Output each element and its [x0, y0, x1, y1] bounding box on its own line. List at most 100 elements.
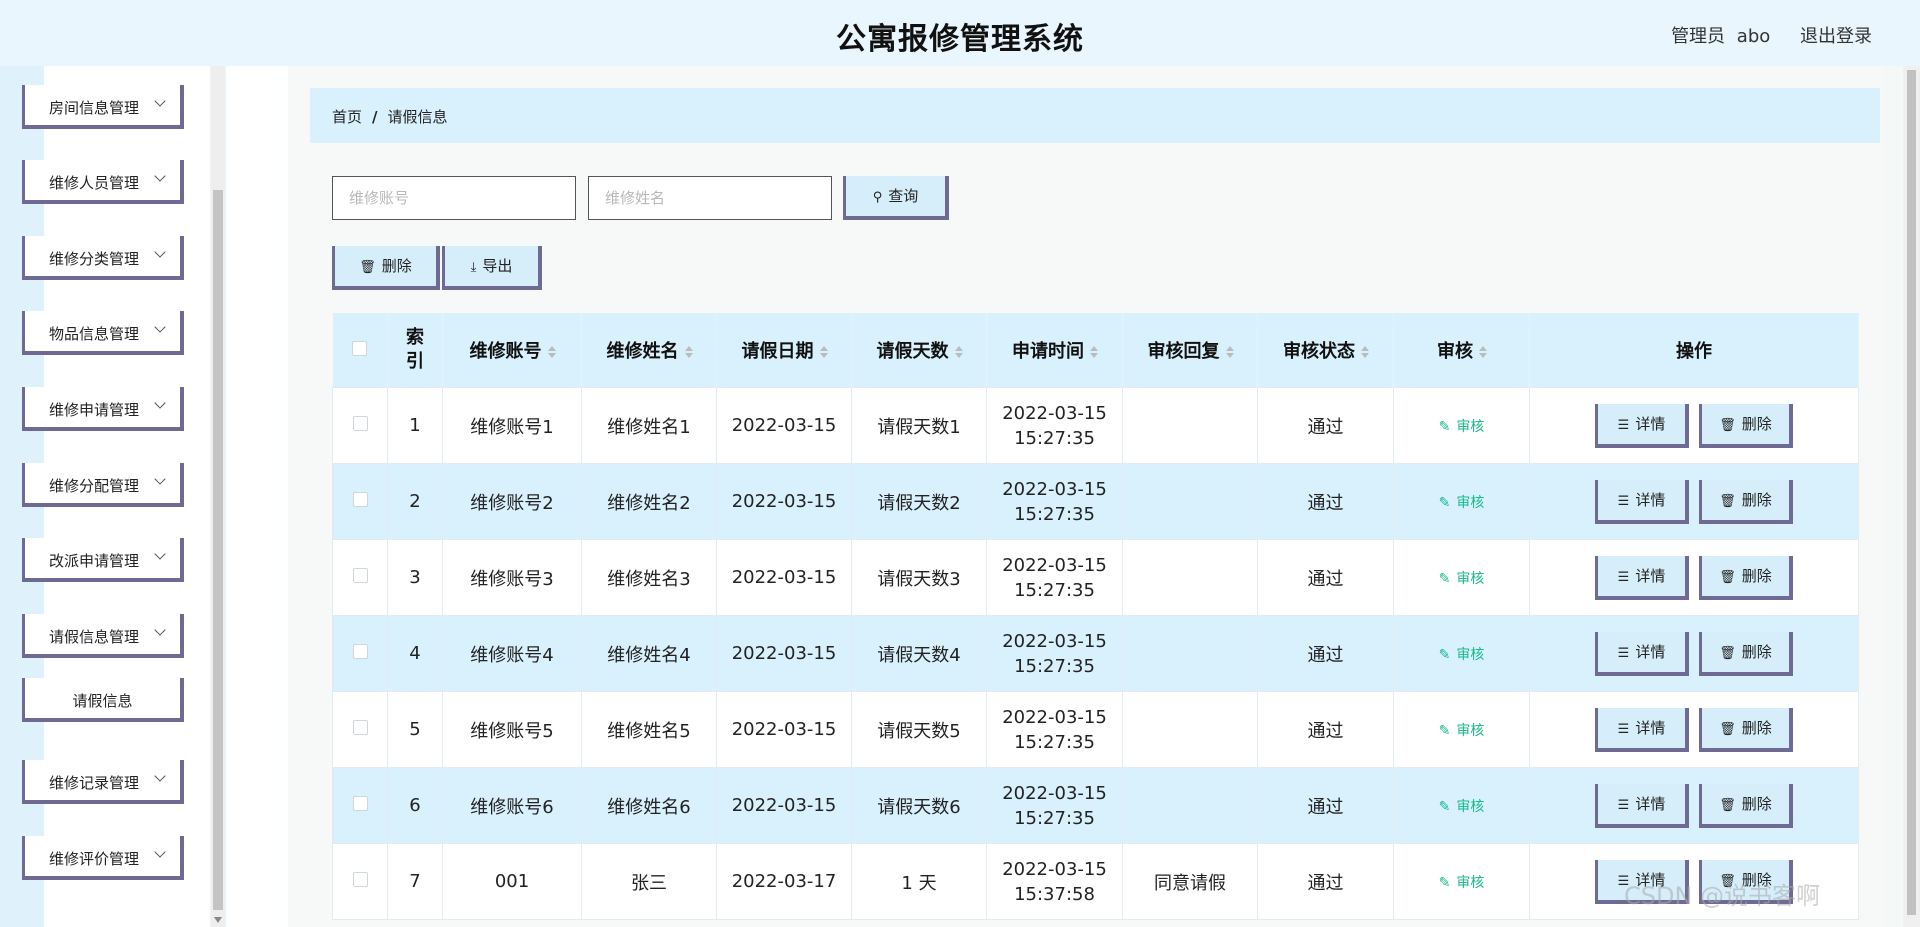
audit-link[interactable]: ✎ 审核 — [1439, 799, 1485, 815]
audit-link-label: 审核 — [1456, 799, 1485, 815]
sidebar-item-repair-assign[interactable]: 维修分配管理 — [22, 463, 184, 507]
sidebar-item-goods[interactable]: 物品信息管理 — [22, 311, 184, 355]
row-select-cell[interactable] — [332, 463, 388, 540]
sidebar-item-repair-record[interactable]: 维修记录管理 — [22, 760, 184, 804]
cell-reply — [1122, 691, 1258, 768]
row-select-cell[interactable] — [332, 539, 388, 616]
sort-icon[interactable] — [954, 346, 963, 358]
row-delete-button[interactable]: 🗑 删除 — [1699, 631, 1793, 676]
column-header-leave-days[interactable]: 请假天数 — [851, 313, 987, 388]
sidebar-item-reassign[interactable]: 改派申请管理 — [22, 538, 184, 582]
column-header-status[interactable]: 审核状态 — [1257, 313, 1394, 388]
row-delete-button[interactable]: 🗑 删除 — [1699, 403, 1793, 448]
column-header-account[interactable]: 维修账号 — [442, 313, 582, 388]
row-select-cell[interactable] — [332, 387, 388, 464]
cell-name: 张三 — [581, 843, 717, 920]
sidebar-item-repair-staff[interactable]: 维修人员管理 — [22, 160, 184, 204]
cell-account: 维修账号1 — [442, 387, 582, 464]
edit-pen-icon: ✎ — [1438, 799, 1451, 815]
select-all-checkbox[interactable] — [352, 340, 368, 356]
sort-icon[interactable] — [1361, 346, 1369, 358]
audit-link[interactable]: ✎ 审核 — [1439, 723, 1485, 739]
row-checkbox[interactable] — [352, 872, 368, 887]
sidebar-subitem-leave-info[interactable]: 请假信息 — [22, 678, 184, 722]
scroll-down-arrow-icon[interactable] — [214, 917, 222, 923]
detail-button[interactable]: ☰ 详情 — [1595, 555, 1689, 600]
trash-icon: 🗑 — [1719, 417, 1736, 433]
row-checkbox[interactable] — [352, 416, 368, 431]
row-delete-button[interactable]: 🗑 删除 — [1699, 707, 1793, 752]
column-apply-time-label: 申请时间 — [1012, 341, 1084, 362]
row-delete-button[interactable]: 🗑 删除 — [1699, 555, 1793, 600]
apply-date: 2022-03-15 — [1002, 630, 1107, 652]
row-select-cell[interactable] — [332, 843, 388, 920]
sidebar-item-leave[interactable]: 请假信息管理 — [22, 614, 184, 658]
cell-index: 1 — [387, 387, 443, 464]
row-delete-button[interactable]: 🗑 删除 — [1699, 783, 1793, 828]
column-header-reply[interactable]: 审核回复 — [1122, 313, 1258, 388]
row-delete-label: 删除 — [1741, 414, 1772, 433]
chevron-down-icon — [154, 548, 166, 560]
batch-delete-button[interactable]: 🗑 删除 — [332, 246, 440, 290]
trash-icon: 🗑 — [1719, 797, 1736, 813]
detail-button[interactable]: ☰ 详情 — [1595, 707, 1689, 752]
logout-link[interactable]: 退出登录 — [1800, 26, 1872, 47]
sort-icon[interactable] — [1225, 346, 1234, 358]
row-checkbox[interactable] — [352, 568, 368, 583]
cell-apply-time: 2022-03-15 15:27:35 — [986, 615, 1123, 692]
audit-link[interactable]: ✎ 审核 — [1439, 571, 1485, 587]
table-row: 3 维修账号3 维修姓名3 2022-03-15 请假天数3 2022-03-15 15:2… — [332, 539, 1859, 616]
sort-icon[interactable] — [684, 346, 693, 358]
row-select-cell[interactable] — [332, 615, 388, 692]
cell-status: 通过 — [1257, 691, 1394, 768]
sidebar-item-repair-review[interactable]: 维修评价管理 — [22, 836, 184, 880]
sidebar-item-repair-category[interactable]: 维修分类管理 — [22, 236, 184, 280]
cell-audit: ✎ 审核 — [1393, 539, 1530, 616]
detail-button[interactable]: ☰ 详情 — [1595, 631, 1689, 676]
chevron-down-icon — [154, 846, 166, 858]
sort-icon[interactable] — [1479, 346, 1487, 358]
sort-icon[interactable] — [547, 346, 556, 358]
row-checkbox[interactable] — [352, 720, 368, 735]
header-select-all[interactable] — [332, 313, 388, 388]
audit-link[interactable]: ✎ 审核 — [1439, 419, 1485, 435]
cell-name: 维修姓名6 — [581, 767, 717, 844]
column-header-leave-date[interactable]: 请假日期 — [716, 313, 852, 388]
detail-button[interactable]: ☰ 详情 — [1595, 479, 1689, 524]
column-header-apply-time[interactable]: 申请时间 — [986, 313, 1123, 388]
account-search-input[interactable] — [332, 176, 576, 220]
detail-button[interactable]: ☰ 详情 — [1595, 403, 1689, 448]
sidebar-item-repair-apply[interactable]: 维修申请管理 — [22, 387, 184, 431]
audit-link-label: 审核 — [1456, 571, 1485, 587]
sidebar-item-room[interactable]: 房间信息管理 — [22, 85, 184, 129]
sidebar-scrollbar[interactable] — [211, 66, 225, 927]
row-checkbox[interactable] — [352, 796, 368, 811]
column-leave-date-label: 请假日期 — [741, 341, 814, 362]
audit-link[interactable]: ✎ 审核 — [1439, 647, 1485, 663]
row-delete-button[interactable]: 🗑 删除 — [1699, 479, 1793, 524]
row-checkbox[interactable] — [352, 492, 368, 507]
page-scrollbar[interactable] — [1903, 66, 1920, 927]
detail-button-label: 详情 — [1635, 490, 1666, 509]
cell-apply-time: 2022-03-15 15:27:35 — [986, 387, 1123, 464]
row-select-cell[interactable] — [332, 691, 388, 768]
row-select-cell[interactable] — [332, 767, 388, 844]
name-search-input[interactable] — [588, 176, 832, 220]
detail-button[interactable]: ☰ 详情 — [1595, 783, 1689, 828]
cell-index: 7 — [387, 843, 443, 920]
audit-link[interactable]: ✎ 审核 — [1439, 875, 1485, 891]
detail-button-label: 详情 — [1635, 642, 1666, 661]
search-icon: ⚲ — [872, 190, 883, 205]
row-checkbox[interactable] — [352, 644, 368, 659]
page-scrollbar-thumb[interactable] — [1907, 70, 1916, 915]
breadcrumb-home[interactable]: 首页 — [332, 108, 362, 126]
sort-icon[interactable] — [1090, 346, 1098, 358]
search-button[interactable]: ⚲ 查询 — [843, 176, 949, 220]
sidebar-scrollbar-thumb[interactable] — [213, 190, 223, 910]
column-header-name[interactable]: 维修姓名 — [581, 313, 717, 388]
sort-icon[interactable] — [819, 346, 828, 358]
export-button[interactable]: ⤓ 导出 — [442, 246, 542, 290]
column-header-audit[interactable]: 审核 — [1393, 313, 1530, 388]
chevron-down-icon — [154, 397, 166, 409]
audit-link[interactable]: ✎ 审核 — [1439, 495, 1485, 511]
